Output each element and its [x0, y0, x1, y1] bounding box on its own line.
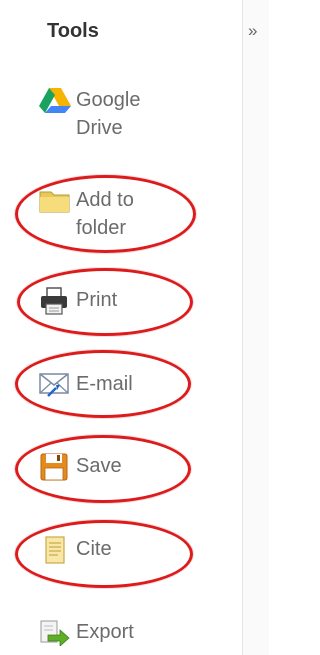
tools-panel: Tools Google Drive Add to folder Print E…: [0, 0, 242, 655]
tool-export[interactable]: Export: [38, 618, 134, 648]
google-drive-icon: [38, 86, 76, 116]
tool-label: Export: [76, 621, 134, 643]
tool-save[interactable]: Save: [38, 452, 122, 482]
tool-cite[interactable]: Cite: [38, 535, 112, 565]
document-icon: [38, 535, 76, 565]
floppy-disk-icon: [38, 452, 76, 482]
tool-label: E-mail: [76, 373, 133, 395]
collapse-strip: [242, 0, 269, 655]
tool-google-drive[interactable]: Google Drive: [38, 86, 186, 142]
tool-add-to-folder[interactable]: Add to folder: [38, 186, 186, 242]
panel-title: Tools: [47, 20, 99, 42]
tool-email[interactable]: E-mail: [38, 370, 133, 400]
collapse-panel-button[interactable]: »: [248, 22, 257, 39]
tool-label: Add to folder: [76, 189, 134, 239]
tool-label: Print: [76, 289, 118, 311]
printer-icon: [38, 286, 76, 316]
tool-label: Cite: [76, 538, 112, 560]
export-icon: [38, 618, 76, 648]
tool-print[interactable]: Print: [38, 286, 117, 316]
tool-label: Google Drive: [76, 89, 141, 139]
tool-label: Save: [76, 455, 122, 477]
folder-icon: [38, 186, 76, 216]
email-icon: [38, 370, 76, 400]
